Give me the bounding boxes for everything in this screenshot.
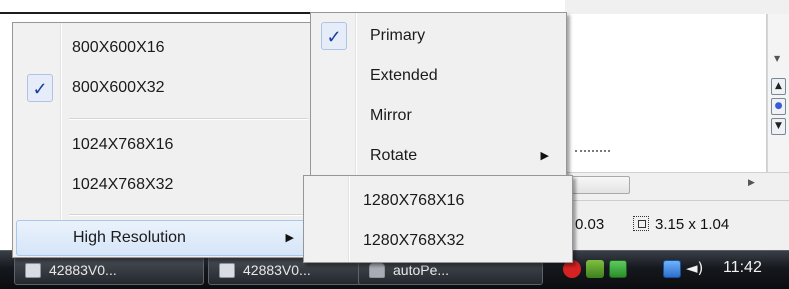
horizontal-scrollbar[interactable]: ▶: [565, 172, 789, 200]
taskbar-button-document-1[interactable]: 42883V0...: [14, 255, 204, 285]
printer-icon: [369, 263, 385, 278]
document-icon: [219, 263, 235, 278]
menu-item-label: 1280X768X16: [363, 192, 465, 209]
menu-item-primary[interactable]: ✓ Primary: [311, 17, 566, 55]
menu-item-1280x768x32[interactable]: 1280X768X32: [304, 222, 572, 260]
next-page-icon[interactable]: ▼: [771, 118, 786, 135]
taskbar-button-label: autoPe...: [393, 262, 450, 278]
menu-item-label: 1024X768X32: [72, 176, 174, 193]
display-mode-menu: ✓ Primary Extended Mirror Rotate ▶: [310, 12, 567, 178]
menu-item-label: Mirror: [370, 107, 412, 124]
submenu-arrow-icon: ▶: [540, 150, 549, 162]
status-zoom-value: 0.03: [575, 216, 605, 233]
document-icon: [25, 263, 41, 278]
vertical-scrollbar[interactable]: ▼ ▲ ● ▼: [767, 14, 789, 172]
menu-item-label: 1024X768X16: [72, 136, 174, 153]
menu-item-high-resolution[interactable]: High Resolution ▶: [16, 220, 308, 256]
submenu-arrow-icon: ▶: [285, 232, 294, 244]
menu-item-label: Extended: [370, 67, 438, 84]
menu-item-extended[interactable]: Extended: [311, 57, 566, 95]
menu-separator: [69, 214, 308, 216]
menu-item-label: Primary: [370, 27, 426, 44]
menu-item-label: Rotate: [370, 147, 418, 164]
taskbar-clock[interactable]: 11:42: [723, 259, 762, 277]
scroll-down-small-arrow-icon[interactable]: ▼: [774, 54, 780, 63]
network-icon[interactable]: [663, 260, 681, 278]
menu-item-800x600x16[interactable]: 800X600X16: [13, 29, 311, 67]
menu-item-1024x768x16[interactable]: 1024X768X16: [13, 126, 311, 164]
menu-separator: [69, 118, 308, 120]
taskbar-button-label: 42883V0...: [49, 262, 117, 278]
checkmark-icon: ✓: [27, 69, 53, 108]
menu-item-label: 800X600X32: [72, 79, 165, 96]
menu-item-800x600x32[interactable]: ✓ 800X600X32: [13, 69, 311, 107]
menu-item-label: 1280X768X32: [363, 232, 465, 249]
select-browse-object-icon[interactable]: ●: [771, 98, 786, 115]
menu-item-1280x768x16[interactable]: 1280X768X16: [304, 182, 572, 220]
menu-item-mirror[interactable]: Mirror: [311, 97, 566, 135]
volume-icon[interactable]: ◄): [686, 259, 703, 277]
horizontal-scroll-thumb[interactable]: [565, 176, 630, 194]
menu-item-label: 800X600X16: [72, 39, 165, 56]
selection-size-icon: [633, 216, 649, 231]
menu-item-1024x768x32[interactable]: 1024X768X32: [13, 166, 311, 204]
menu-item-rotate[interactable]: Rotate ▶: [311, 137, 566, 175]
status-size-value: 3.15 x 1.04: [655, 216, 730, 233]
security-shield-icon[interactable]: [586, 260, 604, 278]
menu-item-label: High Resolution: [73, 229, 186, 246]
status-bar: 0.03 3.15 x 1.04: [565, 200, 789, 248]
high-resolution-submenu: 1280X768X16 1280X768X32: [303, 175, 573, 263]
scroll-right-arrow-icon[interactable]: ▶: [748, 178, 755, 188]
system-tray: ◄) 11:42: [555, 251, 789, 289]
taskbar-button-label: 42883V0...: [243, 262, 311, 278]
app-tray-icon[interactable]: [609, 260, 627, 278]
resolution-menu: 800X600X16 ✓ 800X600X32 1024X768X16 1024…: [12, 22, 312, 258]
document-dotted-line: [575, 150, 610, 152]
document-area[interactable]: [565, 14, 767, 172]
checkmark-icon: ✓: [321, 17, 347, 56]
previous-page-icon[interactable]: ▲: [771, 78, 786, 95]
